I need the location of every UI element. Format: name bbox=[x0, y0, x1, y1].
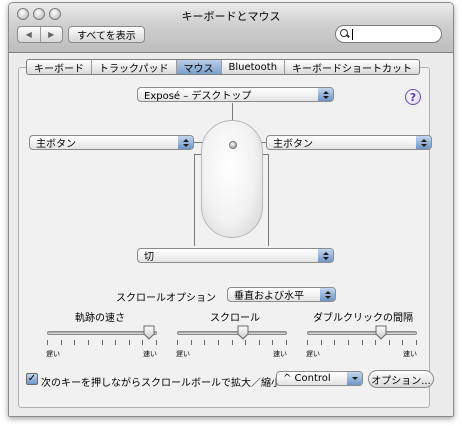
slider-tick bbox=[375, 340, 376, 345]
popup-arrows-icon bbox=[347, 372, 362, 385]
double-click-speed-track[interactable] bbox=[307, 331, 417, 335]
scroll-options-value: 垂直および水平 bbox=[234, 291, 304, 302]
scroll-options-label: スクロールオプション bbox=[116, 293, 216, 304]
slider-tick bbox=[47, 340, 48, 345]
bottom-button-popup[interactable]: 切 bbox=[137, 248, 334, 263]
left-button-popup[interactable]: 主ボタン bbox=[29, 135, 194, 150]
scroll-ball bbox=[229, 141, 237, 149]
back-forward-control: ◀ ▶ bbox=[17, 26, 63, 43]
tracking-speed-track[interactable] bbox=[47, 331, 157, 335]
bottom-leader-right bbox=[268, 154, 269, 246]
tab-mouse[interactable]: マウス bbox=[176, 60, 222, 74]
slider-tick bbox=[142, 340, 143, 345]
help-button[interactable]: ? bbox=[405, 89, 421, 105]
tab-keyboard[interactable]: キーボード bbox=[27, 60, 92, 74]
slider-tick bbox=[177, 340, 178, 345]
slider-tick bbox=[272, 340, 273, 345]
zoom-label: 次のキーを押しながらスクロールボールで拡大／縮小 bbox=[41, 378, 281, 389]
double-click-speed-ticks bbox=[307, 340, 417, 346]
popup-arrows-icon bbox=[318, 88, 333, 101]
tracking-speed-min-label: 遅い bbox=[46, 350, 60, 358]
mouse-panel bbox=[18, 67, 430, 408]
scroll-speed-min-label: 遅い bbox=[176, 350, 190, 358]
popup-arrows-icon bbox=[178, 136, 193, 149]
tracking-speed-label: 軌跡の速さ bbox=[75, 313, 125, 324]
popup-arrows-icon bbox=[318, 249, 333, 262]
bottom-leader-left bbox=[194, 154, 195, 246]
top-button-value: Exposé – デスクトップ bbox=[144, 91, 252, 102]
slider-tick bbox=[334, 340, 335, 345]
popup-arrows-icon bbox=[320, 288, 335, 301]
slider-tick bbox=[191, 340, 192, 345]
back-arrow-icon[interactable]: ◀ bbox=[18, 27, 41, 42]
double-click-speed-min-label: 遅い bbox=[306, 350, 320, 358]
show-all-button[interactable]: すべてを表示 bbox=[68, 26, 145, 43]
bottom-button-value: 切 bbox=[144, 252, 154, 263]
slider-tick bbox=[88, 340, 89, 345]
forward-arrow-icon[interactable]: ▶ bbox=[41, 27, 63, 42]
slider-tick bbox=[156, 340, 157, 345]
right-button-value: 主ボタン bbox=[273, 139, 313, 150]
slider-tick bbox=[204, 340, 205, 345]
popup-arrows-icon bbox=[416, 136, 431, 149]
slider-tick bbox=[232, 340, 233, 345]
tab-trackpad[interactable]: トラックパッド bbox=[92, 60, 177, 74]
slider-tick bbox=[389, 340, 390, 345]
tracking-speed-max-label: 速い bbox=[143, 350, 157, 358]
top-button-popup[interactable]: Exposé – デスクトップ bbox=[137, 87, 334, 102]
scroll-speed-max-label: 速い bbox=[273, 350, 287, 358]
slider-tick bbox=[286, 340, 287, 345]
slider-tick bbox=[321, 340, 322, 345]
right-button-popup[interactable]: 主ボタン bbox=[266, 135, 432, 150]
slider-tick bbox=[115, 340, 116, 345]
slider-tick bbox=[245, 340, 246, 345]
scroll-speed-track[interactable] bbox=[177, 331, 287, 335]
title-bar: キーボードとマウス ◀ ▶ すべてを表示 bbox=[9, 3, 453, 53]
zoom-checkbox[interactable]: ✓ bbox=[26, 373, 38, 385]
text-caret bbox=[352, 28, 353, 40]
double-click-speed-label: ダブルクリックの間隔 bbox=[313, 313, 413, 324]
slider-tick bbox=[259, 340, 260, 345]
bottom-leader-right-tick bbox=[262, 154, 269, 155]
tab-keyboard-shortcuts[interactable]: キーボードショートカット bbox=[285, 60, 419, 75]
scroll-speed-label: スクロール bbox=[210, 313, 260, 324]
scroll-speed-ticks bbox=[177, 340, 287, 346]
tracking-speed-thumb[interactable] bbox=[143, 325, 155, 340]
tracking-speed-ticks bbox=[47, 340, 157, 346]
search-icon bbox=[340, 29, 350, 39]
slider-tick bbox=[416, 340, 417, 345]
slider-tick bbox=[61, 340, 62, 345]
double-click-speed-max-label: 速い bbox=[403, 350, 417, 358]
slider-tick bbox=[362, 340, 363, 345]
scroll-options-popup[interactable]: 垂直および水平 bbox=[227, 287, 336, 302]
double-click-speed-thumb[interactable] bbox=[375, 325, 387, 340]
search-field[interactable] bbox=[335, 25, 442, 43]
slider-tick bbox=[74, 340, 75, 345]
tab-bluetooth[interactable]: Bluetooth bbox=[222, 60, 286, 74]
zoom-modifier-value: ^ Control bbox=[283, 373, 331, 384]
slider-tick bbox=[348, 340, 349, 345]
left-button-value: 主ボタン bbox=[36, 139, 76, 150]
mighty-mouse-image bbox=[201, 120, 263, 238]
slider-tick bbox=[218, 340, 219, 345]
window-title: キーボードとマウス bbox=[181, 10, 281, 23]
options-button[interactable]: オプション... bbox=[368, 370, 434, 388]
scroll-speed-thumb[interactable] bbox=[237, 325, 249, 340]
slider-tick bbox=[402, 340, 403, 345]
slider-tick bbox=[307, 340, 308, 345]
zoom-modifier-popup[interactable]: ^ Control bbox=[276, 371, 363, 386]
slider-tick bbox=[129, 340, 130, 345]
pref-tabs: キーボード トラックパッド マウス Bluetooth キーボードショートカット bbox=[26, 59, 421, 75]
slider-tick bbox=[102, 340, 103, 345]
